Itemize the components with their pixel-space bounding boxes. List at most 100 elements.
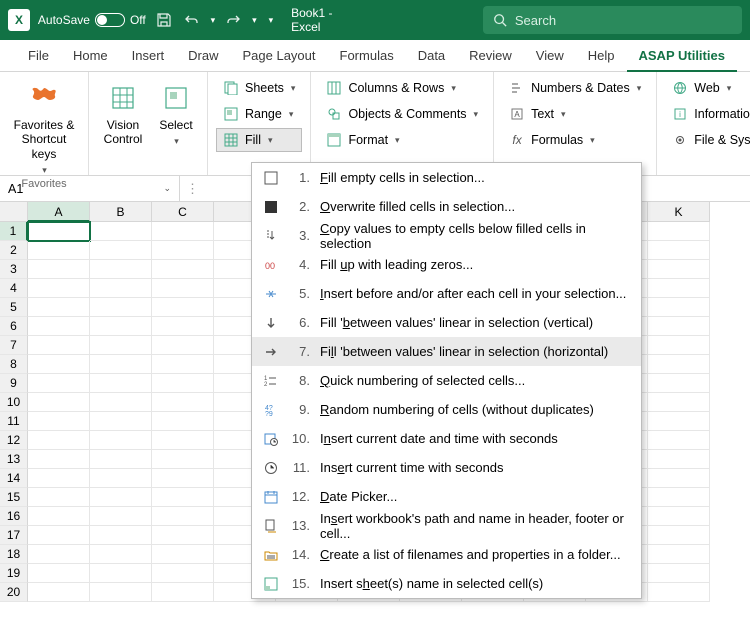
cell[interactable] <box>152 279 214 298</box>
cell[interactable] <box>28 355 90 374</box>
cell[interactable] <box>28 469 90 488</box>
cell[interactable] <box>648 374 710 393</box>
cell[interactable] <box>152 488 214 507</box>
row-header[interactable]: 7 <box>0 336 28 355</box>
menu-item[interactable]: 5.Insert before and/or after each cell i… <box>252 279 641 308</box>
cell[interactable] <box>28 317 90 336</box>
row-header[interactable]: 17 <box>0 526 28 545</box>
cell[interactable] <box>28 393 90 412</box>
cell[interactable] <box>152 583 214 602</box>
menu-item[interactable]: 6.Fill 'between values' linear in select… <box>252 308 641 337</box>
menu-item[interactable]: 10.Insert current date and time with sec… <box>252 424 641 453</box>
cell[interactable] <box>648 241 710 260</box>
cell[interactable] <box>648 393 710 412</box>
objects-comments-button[interactable]: Objects & Comments▾ <box>319 102 485 126</box>
row-header[interactable]: 12 <box>0 431 28 450</box>
cell[interactable] <box>152 431 214 450</box>
cell[interactable] <box>90 431 152 450</box>
cell[interactable] <box>648 355 710 374</box>
cell[interactable] <box>28 241 90 260</box>
cell[interactable] <box>90 374 152 393</box>
sheets-button[interactable]: Sheets▾ <box>216 76 302 100</box>
cell[interactable] <box>152 241 214 260</box>
column-header[interactable]: C <box>152 202 214 222</box>
tab-formulas[interactable]: Formulas <box>328 40 406 72</box>
row-header[interactable]: 11 <box>0 412 28 431</box>
menu-item[interactable]: 12.Date Picker... <box>252 482 641 511</box>
cell[interactable] <box>648 222 710 241</box>
row-header[interactable]: 16 <box>0 507 28 526</box>
chevron-down-icon[interactable]: ▾ <box>211 15 216 26</box>
cell[interactable] <box>90 336 152 355</box>
qat-customize-icon[interactable]: ▾ <box>269 15 274 26</box>
formulas-button[interactable]: fxFormulas▾ <box>502 128 648 152</box>
tab-asap-utilities[interactable]: ASAP Utilities <box>627 40 737 72</box>
cell[interactable] <box>90 583 152 602</box>
toggle-switch[interactable] <box>95 13 125 27</box>
row-header[interactable]: 8 <box>0 355 28 374</box>
menu-item[interactable]: 4??99.Random numbering of cells (without… <box>252 395 641 424</box>
menu-item[interactable]: 11.Insert current time with seconds <box>252 453 641 482</box>
cell[interactable] <box>648 431 710 450</box>
favorites-button[interactable]: Favorites & Shortcut keys▾ <box>8 76 80 176</box>
row-header[interactable]: 10 <box>0 393 28 412</box>
cell[interactable] <box>648 260 710 279</box>
format-button[interactable]: Format▾ <box>319 128 485 152</box>
cell[interactable] <box>90 222 152 241</box>
search-box[interactable]: Search <box>483 6 742 34</box>
tab-page-layout[interactable]: Page Layout <box>231 40 328 72</box>
cell[interactable] <box>28 507 90 526</box>
cell[interactable] <box>648 564 710 583</box>
cell[interactable] <box>28 298 90 317</box>
cell[interactable] <box>90 545 152 564</box>
cell[interactable] <box>28 279 90 298</box>
cell[interactable] <box>28 374 90 393</box>
cell[interactable] <box>152 564 214 583</box>
web-button[interactable]: Web▾ <box>665 76 750 100</box>
cell[interactable] <box>152 336 214 355</box>
column-header[interactable]: A <box>28 202 90 222</box>
row-header[interactable]: 6 <box>0 317 28 336</box>
cell[interactable] <box>152 469 214 488</box>
chevron-down-icon[interactable]: ⌄ <box>163 183 171 194</box>
tab-view[interactable]: View <box>524 40 576 72</box>
row-header[interactable]: 9 <box>0 374 28 393</box>
cell[interactable] <box>648 507 710 526</box>
tab-insert[interactable]: Insert <box>120 40 177 72</box>
cell[interactable] <box>28 564 90 583</box>
text-button[interactable]: AText▾ <box>502 102 648 126</box>
cell[interactable] <box>28 583 90 602</box>
menu-item[interactable]: 2.Overwrite filled cells in selection... <box>252 192 641 221</box>
tab-review[interactable]: Review <box>457 40 524 72</box>
menu-item[interactable]: 13.Insert workbook's path and name in he… <box>252 511 641 540</box>
tab-data[interactable]: Data <box>406 40 457 72</box>
cell[interactable] <box>152 355 214 374</box>
cell[interactable] <box>28 488 90 507</box>
cell[interactable] <box>648 336 710 355</box>
cell[interactable] <box>648 526 710 545</box>
cell[interactable] <box>90 507 152 526</box>
cell[interactable] <box>90 355 152 374</box>
cell[interactable] <box>28 545 90 564</box>
row-header[interactable]: 1 <box>0 222 28 241</box>
cell[interactable] <box>152 545 214 564</box>
menu-item[interactable]: 14.Create a list of filenames and proper… <box>252 540 641 569</box>
cell[interactable] <box>90 298 152 317</box>
autosave-toggle[interactable]: AutoSave Off <box>38 13 146 27</box>
menu-item[interactable]: 128.Quick numbering of selected cells... <box>252 366 641 395</box>
cell[interactable] <box>152 222 214 241</box>
undo-icon[interactable] <box>182 10 202 30</box>
cell[interactable] <box>648 450 710 469</box>
column-header[interactable]: K <box>648 202 710 222</box>
cell[interactable] <box>28 412 90 431</box>
row-header[interactable]: 2 <box>0 241 28 260</box>
cell[interactable] <box>28 336 90 355</box>
select-button[interactable]: Select▾ <box>153 76 199 157</box>
cell[interactable] <box>28 431 90 450</box>
cell[interactable] <box>90 241 152 260</box>
cell[interactable] <box>648 583 710 602</box>
cell[interactable] <box>648 412 710 431</box>
cell[interactable] <box>648 545 710 564</box>
row-header[interactable]: 18 <box>0 545 28 564</box>
cell[interactable] <box>90 393 152 412</box>
